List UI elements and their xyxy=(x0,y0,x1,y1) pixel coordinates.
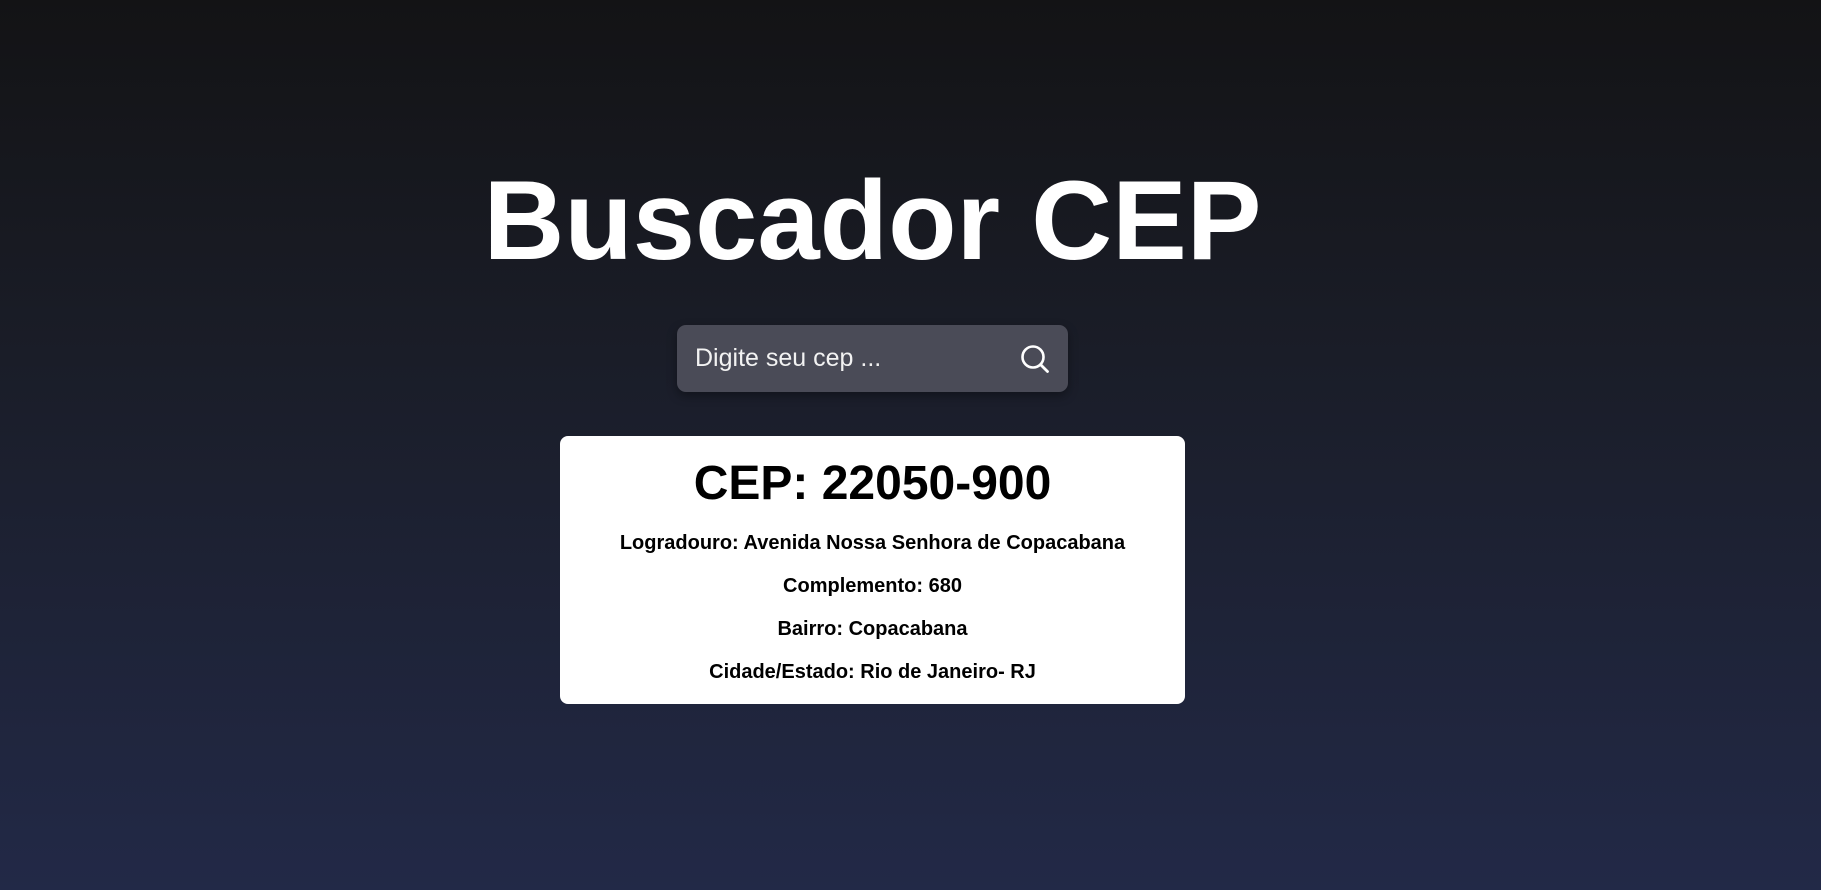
search-icon xyxy=(1021,345,1049,373)
logradouro-line: Logradouro: Avenida Nossa Senhora de Cop… xyxy=(619,532,1126,554)
address-result-card: CEP: 22050-900 Logradouro: Avenida Nossa… xyxy=(560,436,1185,704)
app-container: Buscador CEP CEP: 22050-900 Logradouro: … xyxy=(0,0,1821,890)
cep-search-input[interactable] xyxy=(695,325,995,392)
page-title: Buscador CEP xyxy=(483,158,1262,283)
search-button[interactable] xyxy=(1018,342,1052,376)
search-box xyxy=(677,325,1068,392)
bairro-line: Bairro: Copacabana xyxy=(777,618,968,640)
cep-heading: CEP: 22050-900 xyxy=(693,457,1052,510)
complemento-line: Complemento: 680 xyxy=(783,575,962,597)
cidade-estado-line: Cidade/Estado: Rio de Janeiro- RJ xyxy=(709,661,1036,683)
